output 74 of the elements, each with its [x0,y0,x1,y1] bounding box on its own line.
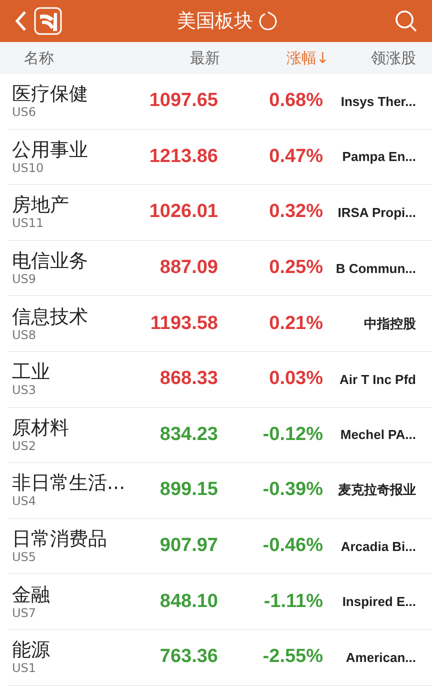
sector-code: US10 [12,160,45,175]
leading-stock: Mechel PA... [339,427,416,442]
price-value: 1193.58 [149,312,218,335]
sector-name: 能源 [12,639,51,662]
sector-name: 公用事业 [12,138,89,161]
sector-code: US1 [12,661,38,676]
sector-name: 非日常生活... [12,472,122,494]
sector-code: US2 [12,438,38,453]
sector-row[interactable]: 金融 US7 848.10 -1.11% Inspired E... [8,574,432,630]
sector-row[interactable]: 公用事业 US10 1213.86 0.47% Pampa En... [8,130,432,186]
sector-code: US3 [12,383,38,398]
leading-stock: Inspired E... [341,594,416,610]
leading-stock: 中指控股 [363,314,416,333]
leading-stock: American... [344,650,416,665]
sector-row[interactable]: 工业 US3 868.33 0.03% Air T Inc Pfd [8,352,432,408]
sector-name: 房地产 [12,194,70,216]
sector-row[interactable]: 非日常生活... US4 899.15 -0.39% 麦克拉奇报业 [8,463,432,519]
sector-code: US5 [12,550,38,564]
column-header[interactable]: 领涨股 [335,48,416,68]
price-value: 1213.86 [148,146,218,168]
sector-name: 医疗保健 [12,83,89,106]
leading-stock: IRSA Propi... [336,204,416,220]
sector-row[interactable]: 信息技术 US8 1193.58 0.21% 中指控股 [8,296,432,352]
sector-row[interactable]: 能源 US1 763.36 -2.55% American... [8,630,432,686]
leading-stock: B Commun... [334,260,416,276]
refresh-icon[interactable] [257,10,279,32]
change-percent: -0.39% [262,479,323,502]
change-percent: 0.25% [268,257,323,280]
sector-row[interactable]: 原材料 US2 834.23 -0.12% Mechel PA... [8,408,432,464]
change-percent: 0.32% [268,201,323,224]
price-value: 834.23 [158,424,218,446]
change-percent: -0.46% [262,535,323,558]
sector-code: US7 [12,606,38,620]
sector-name: 电信业务 [12,250,89,272]
price-value: 887.09 [158,257,218,280]
column-header[interactable]: 最新 [134,48,230,68]
price-value: 1026.01 [148,201,218,224]
price-value: 868.33 [158,368,218,390]
column-header[interactable]: 名称 [24,48,134,68]
change-percent: 0.03% [268,368,323,390]
price-value: 1097.65 [148,90,218,112]
price-value: 848.10 [158,590,218,613]
sector-name: 金融 [12,584,51,606]
sector-code: US6 [12,105,38,120]
change-percent: 0.47% [268,146,323,168]
sector-row[interactable]: 房地产 US11 1026.01 0.32% IRSA Propi... [8,185,432,241]
change-percent: -2.55% [262,646,323,668]
sector-name: 工业 [12,361,51,384]
leading-stock: Pampa En... [341,149,416,164]
sector-code: US8 [12,328,38,342]
app-logo-icon[interactable] [34,7,62,35]
sector-code: US4 [12,494,38,508]
sector-code: US11 [12,216,45,230]
leading-stock: 麦克拉奇报业 [337,481,416,500]
leading-stock: Air T Inc Pfd [338,372,416,387]
page-title: 美国板块 [177,9,253,34]
change-percent: 0.21% [268,312,323,335]
leading-stock: Arcadia Bi... [340,538,416,554]
change-percent: -1.11% [262,590,323,613]
search-icon[interactable] [394,9,418,33]
price-value: 899.15 [158,479,218,502]
price-value: 763.36 [158,646,218,668]
sector-row[interactable]: 电信业务 US9 887.09 0.25% B Commun... [8,240,432,296]
sector-name: 信息技术 [12,306,89,328]
sector-row[interactable]: 日常消费品 US5 907.97 -0.46% Arcadia Bi... [8,518,432,574]
price-value: 907.97 [158,535,218,558]
sector-row[interactable]: 医疗保健 US6 1097.65 0.68% Insys Ther... [8,74,432,130]
sector-name: 日常消费品 [12,528,108,550]
leading-stock: Insys Ther... [340,94,416,109]
change-percent: 0.68% [268,90,323,112]
change-percent: -0.12% [262,424,323,446]
sector-code: US9 [12,272,38,286]
back-icon[interactable] [14,10,28,32]
sector-name: 原材料 [12,416,70,439]
